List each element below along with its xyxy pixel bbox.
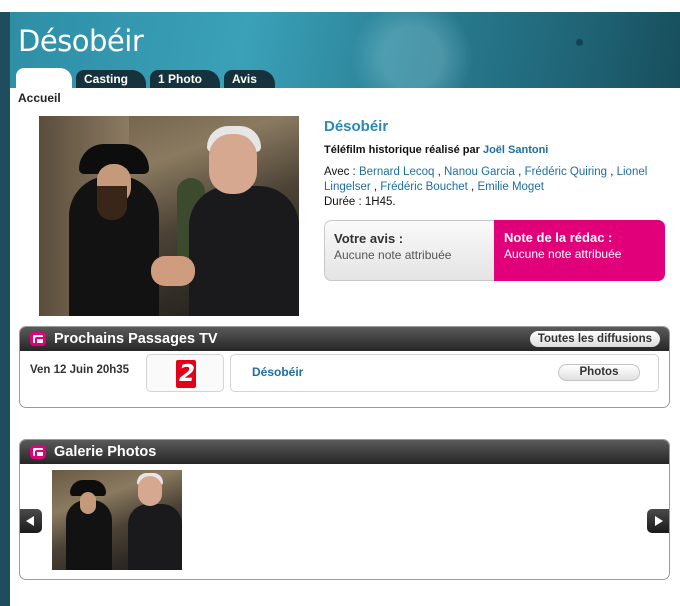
tv-icon <box>30 332 46 346</box>
all-broadcasts-button[interactable]: Toutes les diffusions <box>529 331 660 347</box>
cast-link[interactable]: Nanou Garcia <box>444 166 515 178</box>
subtitle-prefix: Téléfilm historique réalisé par <box>324 144 480 156</box>
france-2-logo-icon: 2 <box>176 360 196 388</box>
channel-cell: 2 <box>146 354 224 392</box>
movie-info: Désobéir Téléfilm historique réalisé par… <box>324 118 670 210</box>
editor-rating-label: Note de la rédac : <box>504 230 613 245</box>
tv-schedule-panel: Prochains Passages TV Toutes les diffusi… <box>19 326 670 408</box>
tv-panel-title: Prochains Passages TV <box>54 331 218 347</box>
gallery-panel-title: Galerie Photos <box>54 444 157 460</box>
program-cell: Désobéir Photos <box>230 354 659 392</box>
gallery-prev-arrow-icon[interactable] <box>20 509 42 533</box>
cast-prefix: Avec : <box>324 166 356 178</box>
user-rating[interactable]: Votre avis : Aucune note attribuée <box>324 220 494 281</box>
left-border <box>0 0 10 606</box>
movie-title[interactable]: Désobéir <box>324 118 670 135</box>
breadcrumb[interactable]: Accueil <box>18 91 61 105</box>
photos-button[interactable]: Photos <box>558 364 640 381</box>
program-title-link[interactable]: Désobéir <box>252 365 303 379</box>
duration: Durée : 1H45. <box>324 196 396 208</box>
cast-link[interactable]: Frédéric Quiring <box>525 166 607 178</box>
main-content: Accueil Désobéir Téléfilm historique réa… <box>10 88 680 606</box>
gallery-panel-header: Galerie Photos <box>20 440 669 464</box>
photo-gallery-panel: Galerie Photos <box>19 439 670 580</box>
gallery-thumbnail[interactable] <box>52 470 182 570</box>
cast-link[interactable]: Frédéric Bouchet <box>380 181 468 193</box>
editor-rating-value: Aucune note attribuée <box>504 247 622 261</box>
tab-bar: Casting 1 Photo Avis <box>16 68 275 88</box>
tv-panel-header: Prochains Passages TV Toutes les diffusi… <box>20 327 669 351</box>
cast-list: Avec : Bernard Lecoq , Nanou Garcia , Fr… <box>324 166 648 193</box>
user-rating-label: Votre avis : <box>334 231 404 246</box>
tab-casting[interactable]: Casting <box>76 70 147 88</box>
tv-date: Ven 12 Juin 20h35 <box>30 364 130 376</box>
tab-avis[interactable]: Avis <box>224 70 275 88</box>
tv-icon <box>30 445 46 459</box>
user-rating-value: Aucune note attribuée <box>334 248 452 262</box>
director-link[interactable]: Joël Santoni <box>483 144 548 156</box>
editor-rating: Note de la rédac : Aucune note attribuée <box>494 220 665 281</box>
tab-photos[interactable]: 1 Photo <box>150 70 221 88</box>
movie-subtitle: Téléfilm historique réalisé par Joël San… <box>324 144 670 156</box>
cast-link[interactable]: Bernard Lecoq <box>359 166 434 178</box>
gallery-next-arrow-icon[interactable] <box>647 509 669 533</box>
header-banner: Désobéir Casting 1 Photo Avis <box>10 12 680 88</box>
top-border <box>0 0 680 12</box>
rating-box: Votre avis : Aucune note attribuée Note … <box>324 220 665 281</box>
cast-link[interactable]: Emilie Moget <box>477 181 543 193</box>
tab-home[interactable] <box>16 68 72 88</box>
page-title: Désobéir <box>18 24 144 58</box>
tv-row: Ven 12 Juin 20h35 2 Désobéir Photos <box>21 352 659 392</box>
movie-poster[interactable] <box>39 116 299 316</box>
